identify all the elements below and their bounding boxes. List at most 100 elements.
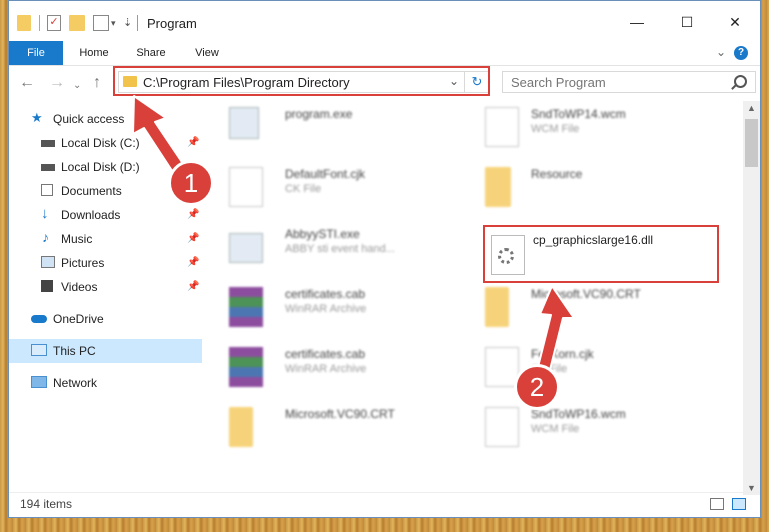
large-icons-view-icon[interactable] [732,498,746,510]
nav-item-videos[interactable]: Videos 📌 [9,275,202,299]
file-name: FeliKorn.cjk [531,347,594,361]
file-type: WCM File [531,423,580,435]
file-type: WCM File [531,123,580,135]
window-title: Program [147,16,197,31]
nav-item-label: OneDrive [53,312,104,326]
maximize-button[interactable]: ☐ [672,11,702,33]
nav-item-quick-access[interactable]: ★ Quick access [9,107,202,131]
help-icon[interactable]: ? [734,46,748,60]
file-name: SndToWP14.wcm [531,107,626,121]
file-type: WinRAR Archive [285,363,367,375]
back-icon[interactable]: ← [19,75,35,91]
chevron-down-icon[interactable]: ▾ [111,15,116,31]
cloud-icon [31,315,47,323]
title-bar: ✓ ▾ ⇣ Program — ☐ ✕ [9,1,760,41]
documents-icon [41,184,53,196]
winrar-icon [229,347,263,387]
file-name: certificates.cab [285,347,366,361]
item-count: 194 items [20,497,73,511]
file-name: Resource [531,167,583,181]
recent-locations-icon[interactable]: ⌄ [73,78,81,94]
file-item[interactable]: DefaultFont.cjk CK File [209,161,439,213]
search-box[interactable] [502,71,756,93]
nav-item-label: Pictures [61,256,105,270]
file-item[interactable]: program.exe [209,101,439,153]
step-1-badge: 1 [168,160,214,206]
program-icon [229,107,259,139]
properties-icon[interactable]: ✓ [47,15,61,31]
nav-item-pictures[interactable]: Pictures 📌 [9,251,202,275]
file-item[interactable]: Microsoft.VC90.CRT [209,401,439,453]
pin-icon: 📌 [187,209,200,220]
downloads-icon: ↓ [41,205,49,222]
videos-icon [41,280,53,292]
minimize-button[interactable]: — [622,11,652,33]
nav-item-local-disk-c[interactable]: Local Disk (C:) 📌 [9,131,202,155]
expand-ribbon-icon[interactable]: ⌄ [716,45,726,59]
divider [39,15,40,31]
file-name: AbbyySTI.exe [285,227,360,241]
close-button[interactable]: ✕ [720,11,750,33]
file-item[interactable]: SndToWP16.wcm WCM File [465,401,695,453]
drive-icon [41,140,55,147]
folder-icon [485,287,509,327]
vertical-scrollbar[interactable]: ▲ ▼ [743,101,760,495]
tab-file[interactable]: File [9,41,63,65]
status-bar: 194 items [9,492,760,517]
pin-icon: 📌 [187,281,200,292]
pin-icon: 📌 [187,233,200,244]
nav-item-network[interactable]: Network [9,371,202,395]
computer-icon [31,344,47,356]
nav-item-this-pc[interactable]: This PC [9,339,202,363]
up-icon[interactable]: ↑ [93,75,101,91]
view-options-icon[interactable] [93,15,109,31]
document-icon [485,107,519,147]
search-icon[interactable] [734,75,747,88]
nav-item-label: Documents [61,184,122,198]
file-name: certificates.cab [285,287,366,301]
search-input[interactable] [509,74,723,91]
file-item[interactable]: Microsoft.VC90.CRT [465,281,695,333]
new-folder-icon[interactable] [69,15,85,31]
details-view-icon[interactable] [710,498,724,510]
step-2-badge: 2 [514,364,560,410]
document-icon [485,407,519,447]
file-item-highlighted[interactable]: cp_graphicslarge16.dll [483,225,719,283]
tab-home[interactable]: Home [71,41,117,65]
scroll-thumb[interactable] [745,119,758,167]
folder-icon[interactable] [17,15,31,31]
file-item[interactable]: AbbyySTI.exe ABBY sti event hand... [209,221,439,273]
file-list: program.exe DefaultFont.cjk CK File Abby… [209,101,742,491]
nav-item-label: Local Disk (C:) [61,136,140,150]
file-item[interactable]: certificates.cab WinRAR Archive [209,281,439,333]
scroll-up-icon[interactable]: ▲ [747,103,756,113]
file-type: CK File [285,183,322,195]
ribbon: File Home Share View ⌄ ? [9,41,760,66]
file-name: program.exe [285,107,353,121]
file-item[interactable]: Resource [465,161,695,213]
pictures-icon [41,256,55,268]
file-item[interactable]: certificates.cab WinRAR Archive [209,341,439,393]
nav-item-label: Quick access [53,112,125,126]
nav-item-label: Videos [61,280,98,294]
nav-item-onedrive[interactable]: OneDrive [9,307,202,331]
tab-share[interactable]: Share [127,41,175,65]
nav-item-label: Music [61,232,93,246]
forward-icon[interactable]: → [49,75,65,91]
tab-view[interactable]: View [185,41,229,65]
star-icon: ★ [31,110,43,125]
nav-item-music[interactable]: ♪ Music 📌 [9,227,202,251]
navigation-pane: ★ Quick access Local Disk (C:) 📌 Local D… [9,101,204,491]
customize-toolbar-icon[interactable]: ⇣ [123,15,132,31]
nav-item-label: This PC [53,344,96,358]
address-highlight [113,66,490,96]
folder-icon [485,167,511,207]
document-icon [229,167,263,207]
winrar-icon [229,287,263,327]
file-item[interactable]: FeliKorn.cjk CK File [465,341,695,393]
file-item[interactable]: SndToWP14.wcm WCM File [465,101,695,153]
pin-icon: 📌 [187,137,200,148]
nav-item-label: Local Disk (D:) [61,160,140,174]
file-name: Microsoft.VC90.CRT [531,287,641,301]
nav-item-downloads[interactable]: ↓ Downloads 📌 [9,203,202,227]
